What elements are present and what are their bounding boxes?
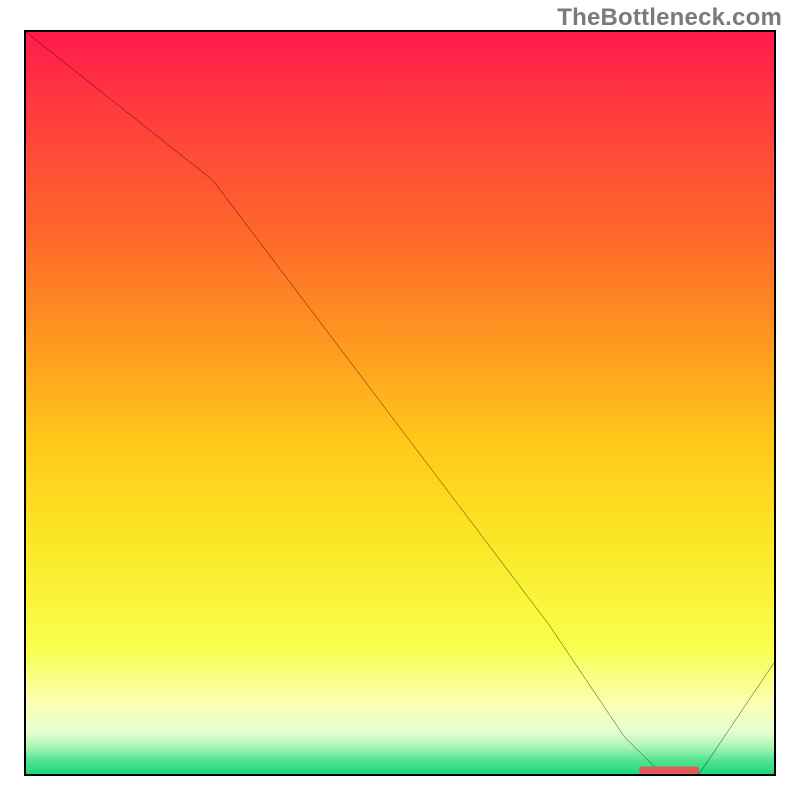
line-plot (26, 32, 774, 774)
chart-container: TheBottleneck.com (0, 0, 800, 800)
optimal-marker (639, 767, 699, 774)
performance-curve (26, 32, 774, 774)
plot-area (24, 30, 776, 776)
watermark-text: TheBottleneck.com (557, 4, 782, 32)
